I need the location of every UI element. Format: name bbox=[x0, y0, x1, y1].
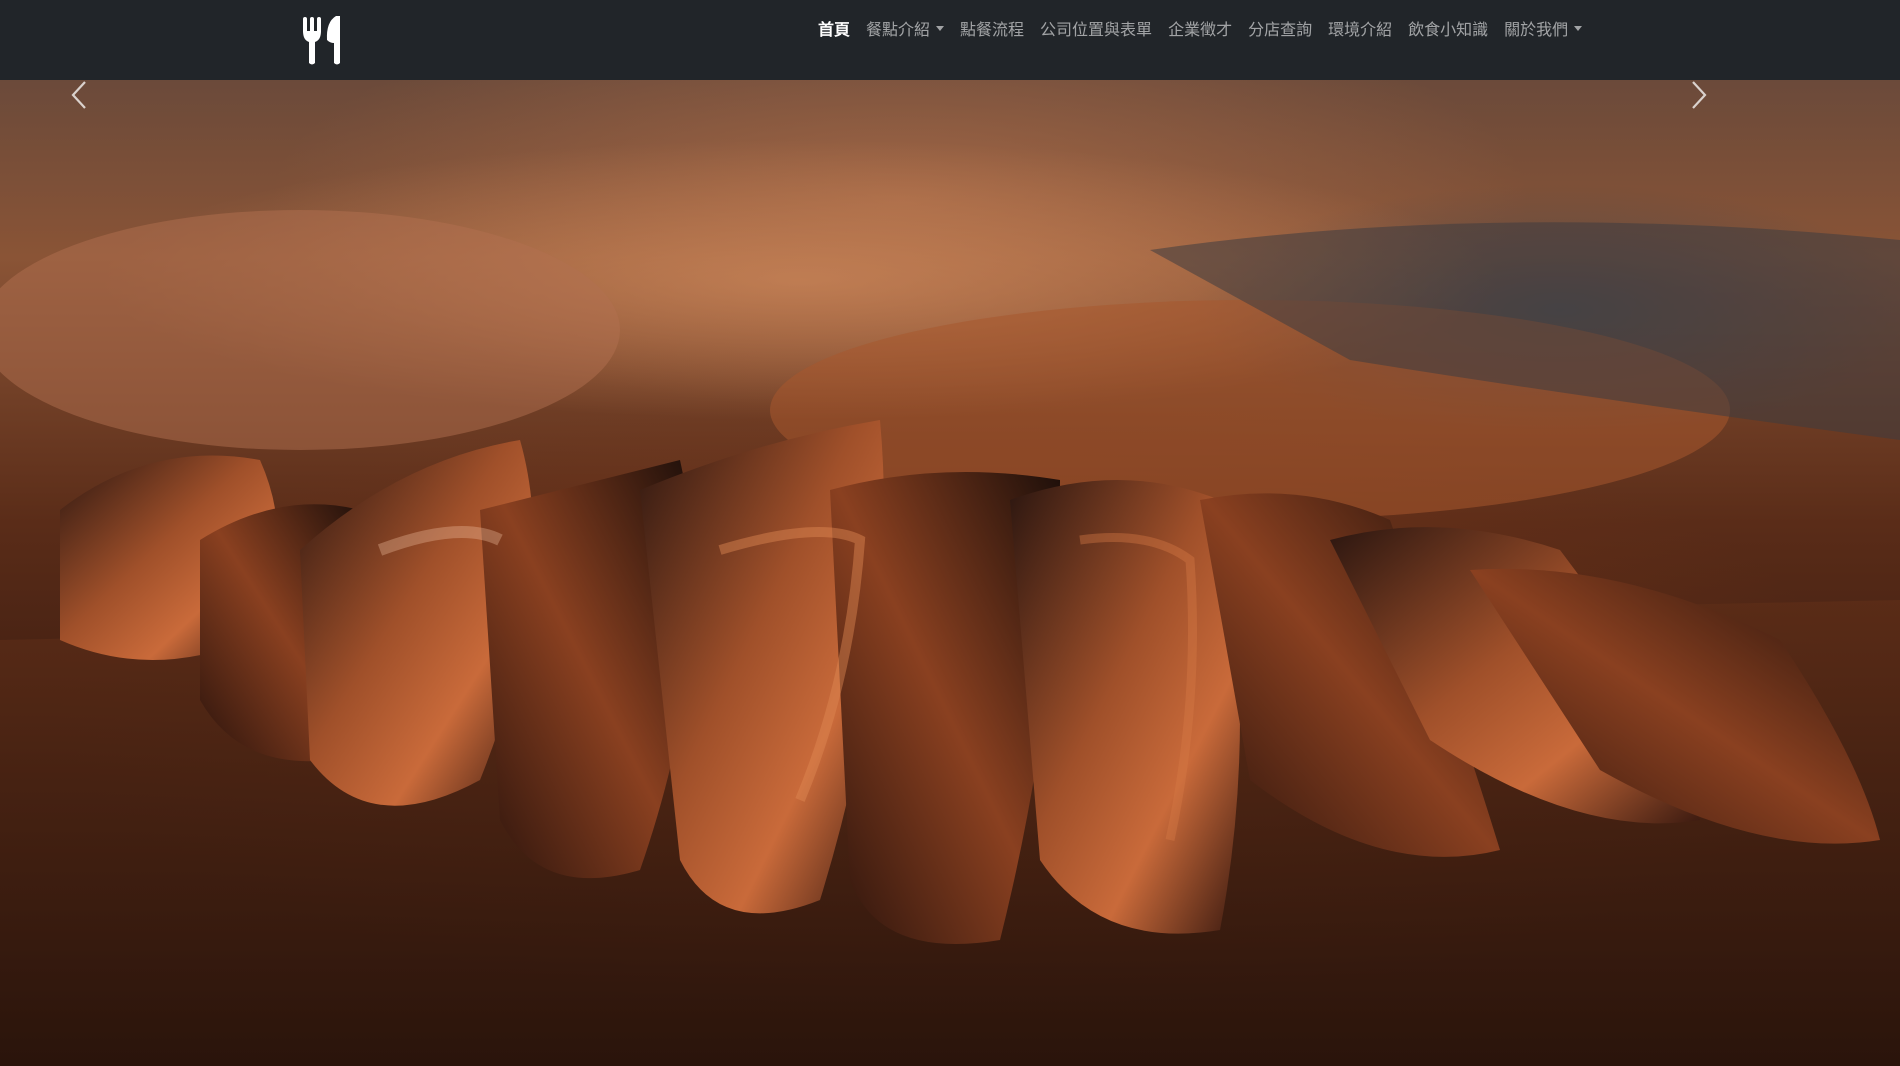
nav-link-label: 環境介紹 bbox=[1328, 20, 1393, 39]
nav-link-label: 餐點介紹 bbox=[866, 20, 931, 39]
chevron-left-icon bbox=[71, 81, 86, 109]
fork-knife-icon bbox=[303, 16, 340, 65]
nav-link-label: 點餐流程 bbox=[960, 20, 1025, 39]
nav-link-6[interactable]: 環境介紹 bbox=[1320, 16, 1400, 40]
nav-link-3[interactable]: 公司位置與表單 bbox=[1032, 16, 1160, 40]
nav-link-label: 飲食小知識 bbox=[1408, 20, 1489, 39]
nav-link-4[interactable]: 企業徵才 bbox=[1160, 16, 1240, 40]
nav-link-7[interactable]: 飲食小知識 bbox=[1400, 16, 1496, 40]
nav-link-label: 公司位置與表單 bbox=[1040, 20, 1153, 39]
nav-link-8[interactable]: 關於我們 bbox=[1496, 16, 1590, 40]
nav-link-5[interactable]: 分店查詢 bbox=[1240, 16, 1320, 40]
nav-link-0[interactable]: 首頁 bbox=[810, 16, 858, 40]
nav-link-label: 企業徵才 bbox=[1168, 20, 1233, 39]
nav-link-label: 首頁 bbox=[818, 20, 851, 39]
carousel-next-button[interactable] bbox=[1690, 80, 1830, 1066]
nav-link-1[interactable]: 餐點介紹 bbox=[858, 16, 952, 40]
nav-link-label: 關於我們 bbox=[1504, 20, 1569, 39]
steak-slide-image bbox=[0, 140, 1900, 1066]
brand-logo[interactable] bbox=[300, 14, 350, 66]
nav-link-label: 分店查詢 bbox=[1248, 20, 1313, 39]
hero-carousel bbox=[0, 80, 1900, 1066]
caret-down-icon bbox=[936, 25, 945, 31]
main-nav-links: 首頁 餐點介紹 點餐流程 公司位置與表單 企業徵才 分店查詢 環境介紹 飲食小知識 關於我們 bbox=[810, 0, 1590, 56]
top-navbar: 首頁 餐點介紹 點餐流程 公司位置與表單 企業徵才 分店查詢 環境介紹 飲食小知識 關於我們 bbox=[0, 0, 1900, 80]
chevron-right-icon bbox=[1692, 81, 1707, 109]
nav-link-2[interactable]: 點餐流程 bbox=[952, 16, 1032, 40]
carousel-prev-button[interactable] bbox=[70, 80, 210, 1066]
caret-down-icon bbox=[1574, 25, 1583, 31]
